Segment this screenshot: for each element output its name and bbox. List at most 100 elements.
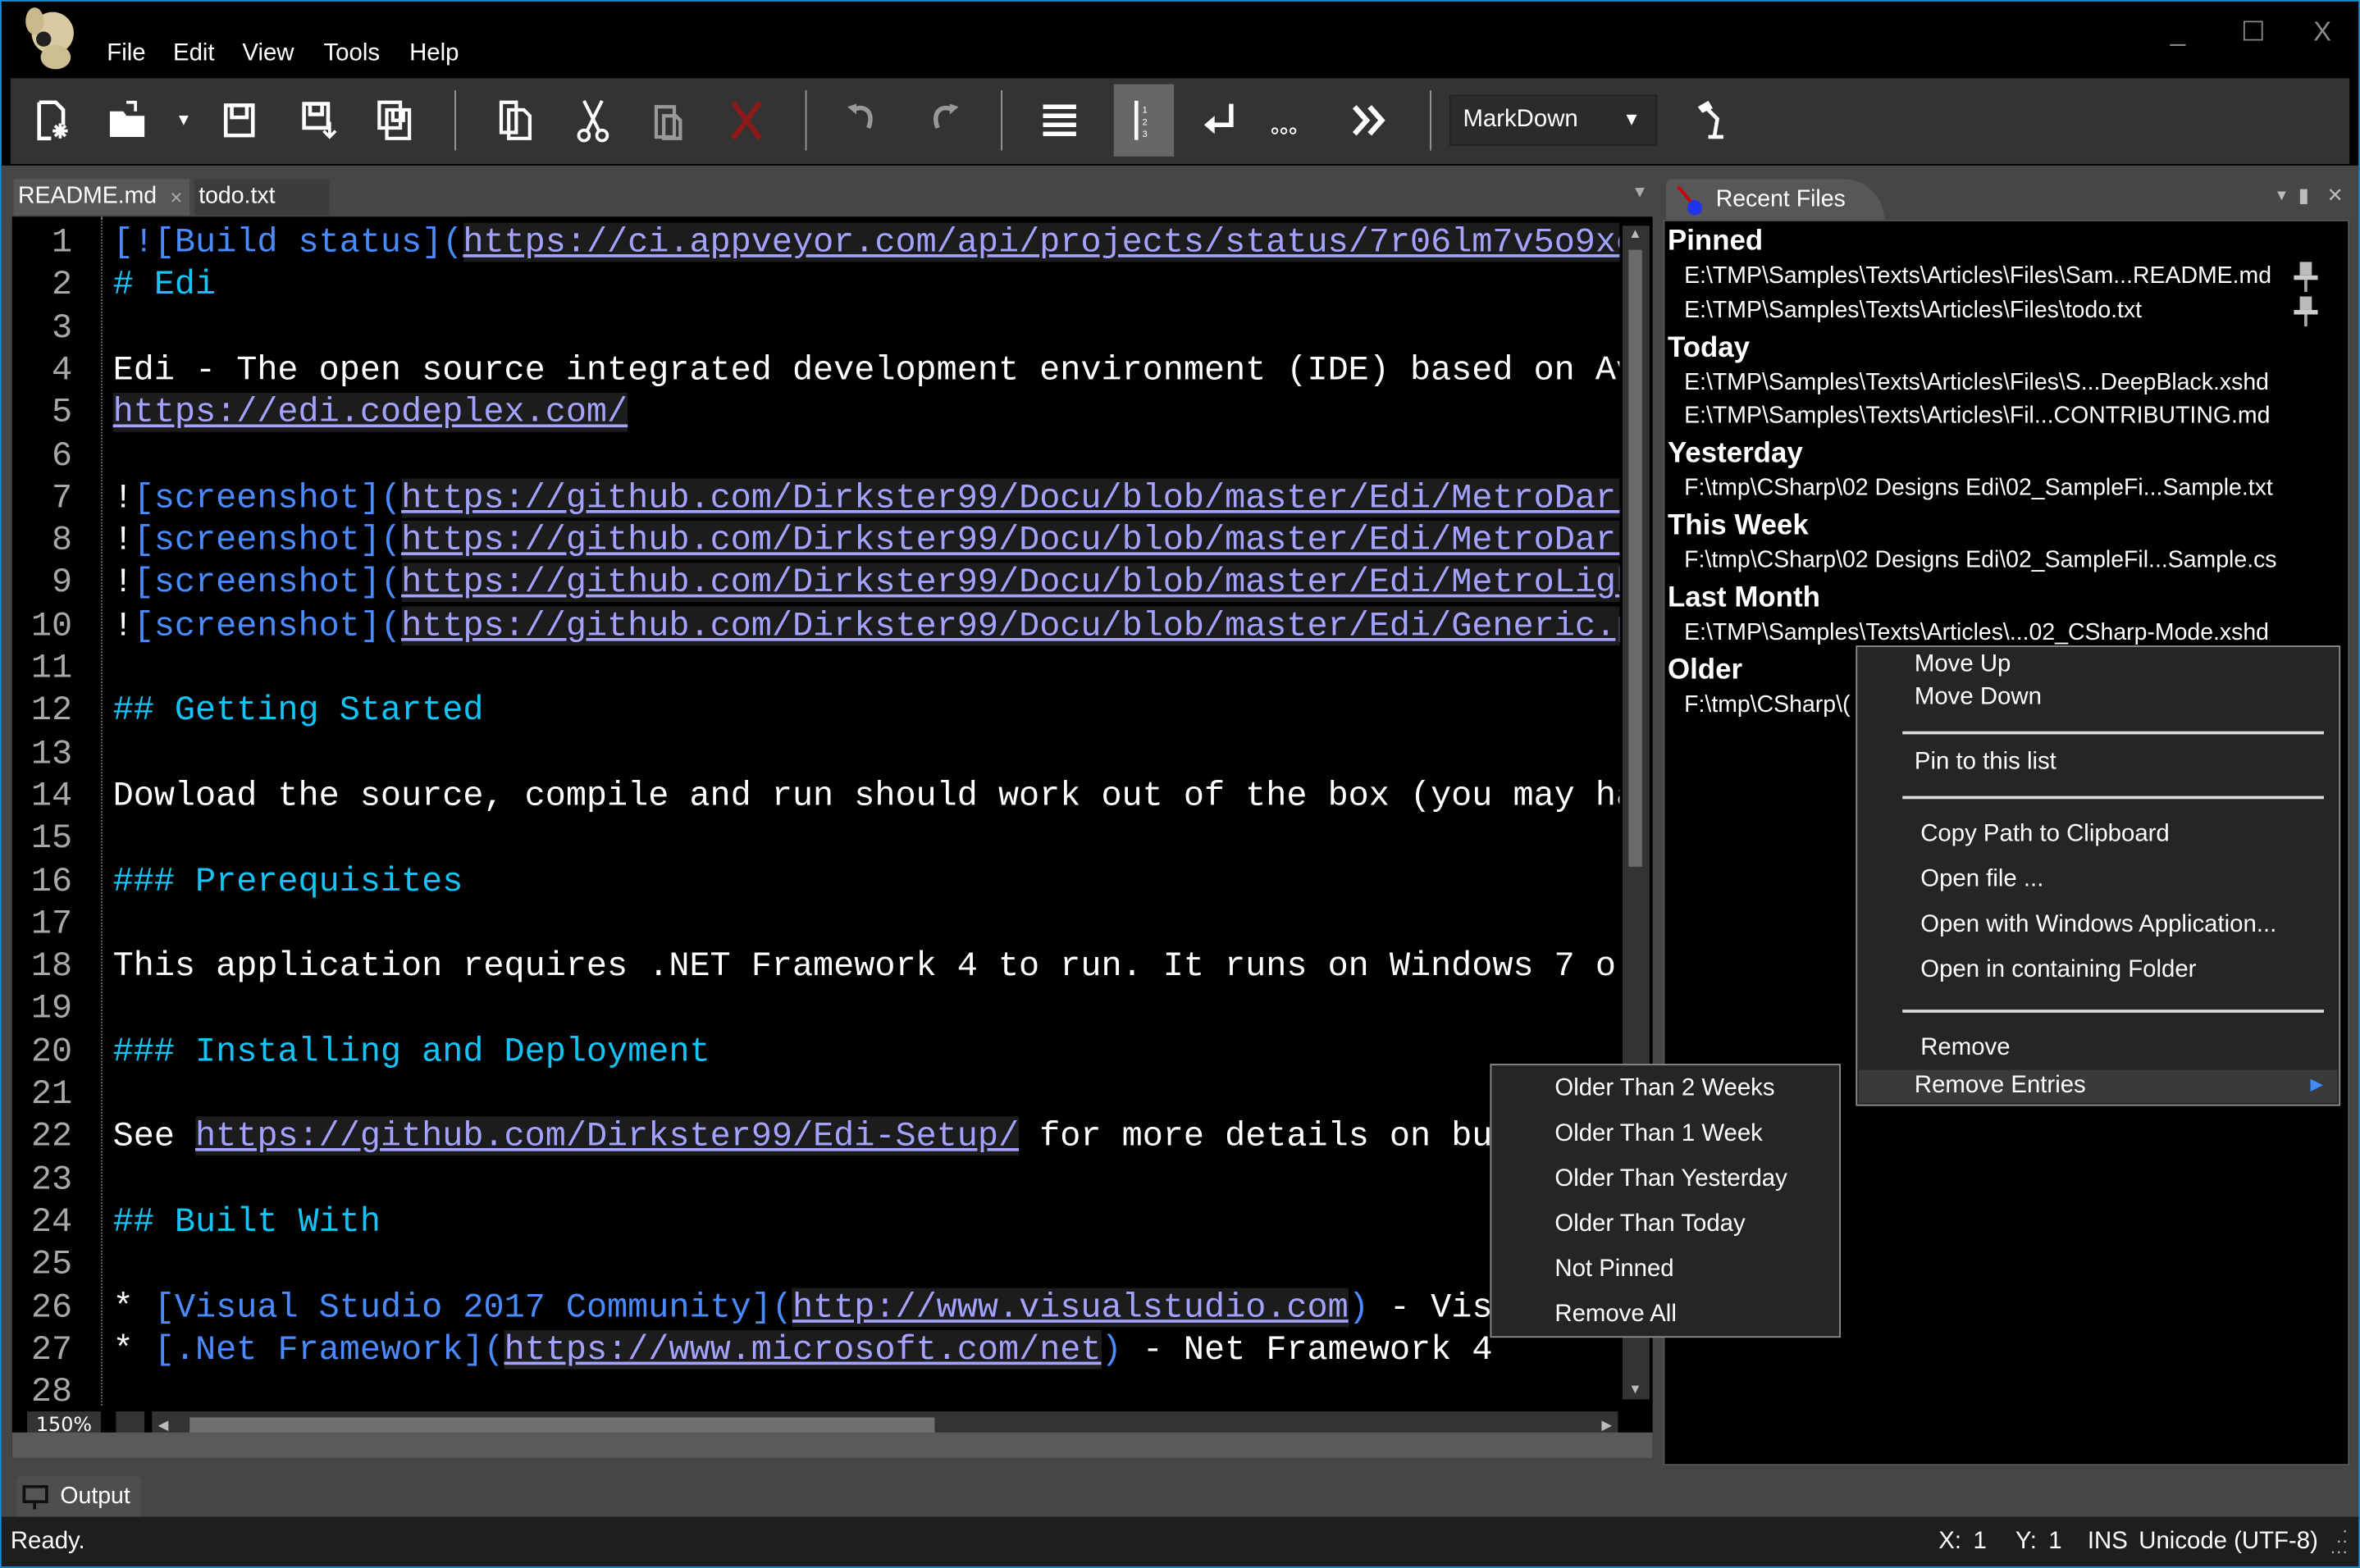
menu-move-down[interactable]: Move Down — [1915, 685, 2042, 712]
code-url[interactable]: https://github.com/Dirkster99/Docu/blob/… — [401, 478, 1620, 517]
code-url[interactable]: https://ci.appveyor.com/api/projects/sta… — [463, 222, 1620, 262]
tab-output[interactable]: Output — [16, 1475, 142, 1519]
submenu-remove-all[interactable]: Remove All — [1554, 1301, 1676, 1329]
redo-icon[interactable] — [912, 90, 972, 150]
toolbar-separator — [454, 90, 456, 151]
menu-copy-path[interactable]: Copy Path to Clipboard — [1920, 822, 2170, 849]
line-number: 11 — [30, 648, 73, 688]
tab-todo[interactable]: todo.txt — [194, 179, 330, 216]
tab-label: README.md — [18, 183, 157, 210]
whitespace-icon[interactable] — [1253, 90, 1313, 150]
tab-readme[interactable]: README.md × — [13, 179, 190, 216]
recent-file-item[interactable]: E:\TMP\Samples\Texts\Articles\...02_CSha… — [1684, 620, 2269, 647]
paste-icon[interactable] — [638, 90, 698, 150]
open-folder-icon[interactable] — [98, 90, 157, 150]
code-url[interactable]: http://www.visualstudio.com — [792, 1288, 1349, 1327]
tab-list-dropdown-icon[interactable]: ▼ — [1632, 184, 1648, 202]
code-link-text: [screenshot]( — [133, 478, 402, 517]
scroll-right-icon[interactable]: ▶ — [1601, 1417, 1612, 1434]
menu-tools[interactable]: Tools — [323, 41, 380, 68]
menu-edit[interactable]: Edit — [173, 41, 215, 68]
edi-window: File Edit View Tools Help _ ☐ X ▼ 123 Ma… — [0, 0, 2360, 1568]
line-number: 19 — [30, 989, 73, 1028]
menu-remove[interactable]: Remove — [1920, 1035, 2010, 1062]
context-menu: Move Up Move Down Pin to this list Copy … — [1856, 645, 2341, 1106]
word-wrap-icon[interactable] — [1029, 90, 1089, 150]
toolbar-separator — [805, 90, 807, 151]
code-url[interactable]: https://github.com/Dirkster99/Docu/blob/… — [401, 521, 1620, 560]
code-text: Edi - The open source integrated develop… — [112, 350, 1620, 390]
code-link-text: [screenshot]( — [133, 521, 402, 560]
highlighting-mode-select[interactable]: MarkDown ▼ — [1449, 94, 1658, 146]
line-number: 9 — [51, 563, 73, 603]
submenu-older-1-week[interactable]: Older Than 1 Week — [1554, 1121, 1762, 1148]
recent-file-item[interactable]: E:\TMP\Samples\Texts\Articles\Fil...CONT… — [1684, 403, 2270, 431]
code-link-text: [![Build status]( — [112, 222, 463, 262]
menu-move-up[interactable]: Move Up — [1915, 651, 2011, 678]
code-line: ### Prerequisites — [113, 860, 1620, 903]
resize-grip-icon[interactable]: · ·· ··· — [2327, 1521, 2348, 1561]
delete-icon[interactable] — [716, 90, 776, 150]
save-icon[interactable] — [209, 90, 269, 150]
menu-open-file[interactable]: Open file ... — [1920, 867, 2043, 894]
maximize-button[interactable]: ☐ — [2241, 16, 2266, 48]
minimize-button[interactable]: _ — [2171, 16, 2185, 48]
indent-icon[interactable] — [1340, 90, 1399, 150]
menu-open-with[interactable]: Open with Windows Application... — [1920, 912, 2276, 939]
save-all-icon[interactable] — [366, 90, 426, 150]
close-pane-icon[interactable]: ✕ — [2327, 184, 2344, 207]
code-url[interactable]: https://github.com/Dirkster99/Docu/blob/… — [401, 563, 1620, 603]
code-text: - Vis — [1368, 1287, 1493, 1327]
code-url[interactable]: https://github.com/Dirkster99/Edi-Setup/ — [195, 1116, 1020, 1156]
highlighting-icon[interactable] — [1682, 90, 1742, 150]
line-number: 8 — [51, 521, 73, 560]
line-number: 24 — [30, 1201, 73, 1242]
recent-file-item[interactable]: E:\TMP\Samples\Texts\Articles\Files\todo… — [1684, 297, 2142, 324]
scroll-down-icon[interactable]: ▼ — [1628, 1381, 1641, 1396]
menu-remove-entries[interactable]: Remove Entries ▶ — [1859, 1069, 2338, 1103]
submenu-not-pinned[interactable]: Not Pinned — [1554, 1256, 1673, 1283]
menu-open-containing-folder[interactable]: Open in containing Folder — [1920, 957, 2196, 984]
line-numbers-icon[interactable]: 12 3 — [1113, 84, 1175, 157]
scroll-up-icon[interactable]: ▲ — [1628, 226, 1641, 240]
pin-icon[interactable] — [2294, 295, 2318, 326]
menu-pin-to-list[interactable]: Pin to this list — [1915, 750, 2056, 777]
save-as-icon[interactable] — [289, 90, 349, 150]
code-line: Dowload the source, compile and run shou… — [113, 775, 1620, 818]
submenu-older-today[interactable]: Older Than Today — [1554, 1211, 1745, 1238]
undo-icon[interactable] — [833, 90, 893, 150]
submenu-older-yesterday[interactable]: Older Than Yesterday — [1554, 1166, 1787, 1193]
tab-close-button[interactable]: × — [170, 179, 182, 215]
horizontal-scrollbar-thumb[interactable] — [189, 1417, 935, 1434]
code-line: # Edi — [113, 264, 1620, 307]
cursor-y-value: 1 — [2048, 1529, 2062, 1555]
menu-file[interactable]: File — [107, 41, 145, 68]
code-url[interactable]: https://www.microsoft.com/net — [504, 1330, 1102, 1370]
recent-files-title: Recent Files — [1715, 186, 1846, 212]
end-of-line-icon[interactable] — [1190, 90, 1250, 150]
menu-help[interactable]: Help — [409, 41, 459, 68]
cut-icon[interactable] — [563, 90, 623, 150]
recent-file-item[interactable]: E:\TMP\Samples\Texts\Articles\Files\Sam.… — [1684, 263, 2271, 290]
open-dropdown-icon[interactable]: ▼ — [161, 90, 206, 150]
gutter-separator — [100, 217, 103, 1406]
copy-icon[interactable] — [485, 90, 545, 150]
code-editor[interactable]: 1 2 3 4 5 6 7 8 9 10 11 12 13 14 15 16 17 18 19 20 21 22 23 24 2… — [11, 217, 1653, 1458]
new-file-icon[interactable] — [21, 90, 81, 150]
tab-recent-files[interactable]: Recent Files — [1666, 179, 1885, 220]
code-url[interactable]: https://github.com/Dirkster99/Docu/blob/… — [401, 606, 1620, 645]
menu-view[interactable]: View — [242, 41, 294, 68]
code-line: ![screenshot](https://github.com/Dirkste… — [113, 562, 1620, 604]
recent-file-item[interactable]: F:\tmp\CSharp\02 Designs Edi\02_SampleFi… — [1684, 548, 2276, 575]
vertical-scrollbar-thumb[interactable] — [1628, 249, 1642, 867]
scroll-left-icon[interactable]: ◀ — [158, 1417, 169, 1434]
recent-file-item[interactable]: E:\TMP\Samples\Texts\Articles\Files\S...… — [1684, 369, 2269, 396]
code-url[interactable]: https://edi.codeplex.com/ — [112, 393, 628, 432]
recent-file-item[interactable]: F:\tmp\CSharp\( — [1684, 692, 1850, 719]
pin-pane-icon[interactable]: ▮ — [2298, 184, 2309, 207]
recent-file-item[interactable]: F:\tmp\CSharp\02 Designs Edi\02_SampleFi… — [1684, 476, 2273, 503]
submenu-older-2-weeks[interactable]: Older Than 2 Weeks — [1554, 1076, 1774, 1103]
pane-menu-icon[interactable]: ▼ — [2274, 188, 2289, 204]
close-window-button[interactable]: X — [2313, 16, 2331, 48]
pin-icon[interactable] — [2294, 262, 2318, 292]
